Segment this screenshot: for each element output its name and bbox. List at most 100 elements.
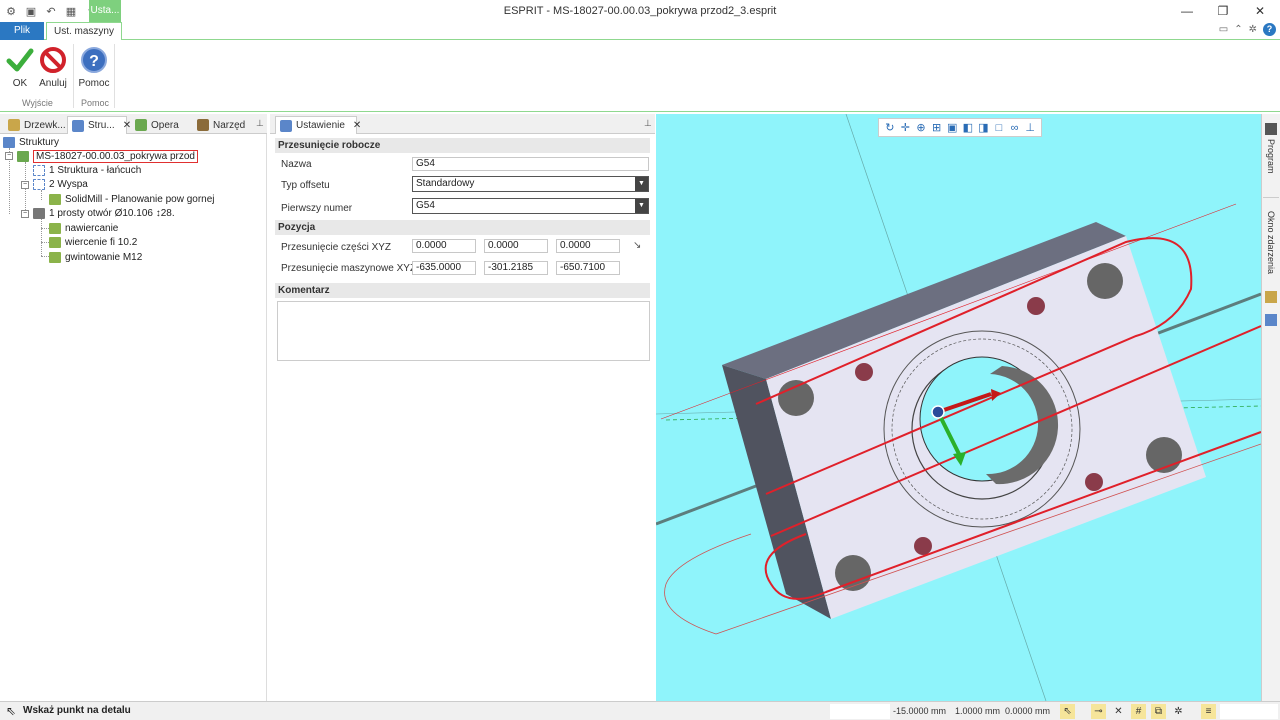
grid-icon[interactable]: ▦ xyxy=(63,3,79,19)
tree-node-drilling[interactable]: wiercenie fi 10.2 xyxy=(49,235,137,249)
part-offset-z[interactable]: 0.0000 xyxy=(556,239,620,253)
tab-operations[interactable]: Opera xyxy=(131,116,187,134)
machine-offset-x[interactable]: -635.0000 xyxy=(412,261,476,275)
list-icon[interactable] xyxy=(1265,314,1277,326)
grid-icon[interactable]: # xyxy=(1131,704,1146,719)
group-label-help: Pomoc xyxy=(81,98,110,108)
tab-tools[interactable]: Narzęd xyxy=(193,116,249,134)
structure-tree: Struktury − MS-18027-00.00.03_pokrywa pr… xyxy=(0,134,267,701)
tree-tapping-label: gwintowanie M12 xyxy=(65,251,143,263)
help-button[interactable]: ? Pomoc xyxy=(76,46,112,89)
coord-x: -15.0000 mm xyxy=(893,706,947,716)
3d-viewport[interactable]: ↻ ✛ ⊕ ⊞ ▣ ◧ ◨ □ ∞ ⊥ xyxy=(656,114,1261,701)
undo-icon[interactable]: ↶ xyxy=(43,3,59,19)
tree-node-solidmill[interactable]: SolidMill - Planowanie pow gornej xyxy=(49,192,215,206)
tree-icon xyxy=(8,119,20,131)
close-button[interactable]: ✕ xyxy=(1242,0,1278,22)
zoom-icon[interactable]: ⊕ xyxy=(914,121,928,135)
tree-root[interactable]: Struktury xyxy=(3,135,59,149)
tree-node-tapping[interactable]: gwintowanie M12 xyxy=(49,250,142,264)
pan-icon[interactable]: ✛ xyxy=(898,121,912,135)
restore-ribbon-icon[interactable]: ▭ xyxy=(1219,24,1228,35)
minimize-ribbon-icon[interactable]: ⌃ xyxy=(1234,24,1242,35)
side-tab-program[interactable]: Program xyxy=(1266,139,1276,174)
dropdown-arrow-icon[interactable]: ▼ xyxy=(635,177,648,191)
side-tab-events[interactable]: Okno zdarzenia xyxy=(1266,211,1276,274)
ribbon: OK Anuluj ? Pomoc Wyjście Pomoc xyxy=(0,40,1280,112)
zoom-window-icon[interactable]: ⊞ xyxy=(930,121,944,135)
tree-node-island[interactable]: 2 Wyspa xyxy=(33,177,88,191)
tree-drilling-label: wiercenie fi 10.2 xyxy=(65,236,138,248)
tree-line xyxy=(41,256,49,257)
minimize-button[interactable]: — xyxy=(1169,0,1205,22)
fit-view-icon[interactable]: ▣ xyxy=(945,121,959,135)
tree-solidmill-label: SolidMill - Planowanie pow gornej xyxy=(65,193,215,205)
tree-node-center-drill[interactable]: nawiercanie xyxy=(49,221,118,235)
first-number-select[interactable]: G54 ▼ xyxy=(412,198,649,214)
settings-gear-icon[interactable]: ✲ xyxy=(1249,24,1257,35)
offset-type-label: Typ offsetu xyxy=(281,180,330,191)
offset-type-select[interactable]: Standardowy ▼ xyxy=(412,176,649,192)
collapse-toggle[interactable]: − xyxy=(5,152,13,160)
section-work-offset: Przesunięcie robocze xyxy=(275,138,650,153)
app-menu-icon[interactable]: ⚙ xyxy=(3,3,19,19)
collapse-toggle[interactable]: − xyxy=(21,181,29,189)
events-icon[interactable] xyxy=(1265,291,1277,303)
ok-button[interactable]: OK xyxy=(2,46,38,89)
tab-file[interactable]: Plik xyxy=(0,22,44,40)
tree-hole-label: 1 prosty otwór Ø10.106 ↕28. xyxy=(49,207,175,219)
tab-tree[interactable]: Drzewk... xyxy=(4,116,66,134)
tab-machine-settings[interactable]: Ust. maszyny xyxy=(46,22,122,41)
part-offset-x[interactable]: 0.0000 xyxy=(412,239,476,253)
tree-file-label: MS-18027-00.00.03_pokrywa przod xyxy=(33,149,198,163)
pick-point-icon[interactable]: ↘ xyxy=(633,240,641,251)
part-offset-label: Przesunięcie części XYZ xyxy=(281,242,392,253)
corner-hole xyxy=(1087,263,1123,299)
comment-field[interactable] xyxy=(277,301,650,361)
maximize-button[interactable]: ❐ xyxy=(1205,0,1241,22)
right-side-panel: Program Okno zdarzenia xyxy=(1261,114,1280,701)
tree-node-file[interactable]: MS-18027-00.00.03_pokrywa przod xyxy=(17,149,198,163)
list-icon[interactable]: ≡ xyxy=(1201,704,1216,719)
pin-icon[interactable]: ⊥ xyxy=(256,118,264,129)
small-hole xyxy=(914,537,932,555)
dropdown-arrow-icon[interactable]: ▼ xyxy=(635,199,648,213)
chain-icon xyxy=(33,164,45,176)
tab-structures[interactable]: Stru... ✕ xyxy=(67,116,131,134)
cross-icon[interactable]: ✕ xyxy=(1111,704,1126,719)
status-bar: ⇖ Wskaż punkt na detalu -15.0000 mm 1.00… xyxy=(0,701,1280,720)
cancel-button[interactable]: Anuluj xyxy=(35,46,71,89)
milling-operation-icon xyxy=(49,193,61,205)
status-blank-field xyxy=(830,704,890,719)
name-field[interactable]: G54 xyxy=(412,157,649,171)
display-mode-icon[interactable]: ∞ xyxy=(1008,121,1022,135)
mode-icon[interactable]: ⧉ xyxy=(1151,704,1166,719)
status-blank-field xyxy=(1220,704,1278,719)
coord-y: 1.0000 mm xyxy=(955,706,1001,716)
close-tab-icon[interactable]: ✕ xyxy=(353,120,361,131)
machine-offset-z[interactable]: -650.7100 xyxy=(556,261,620,275)
rotate-icon[interactable]: ↻ xyxy=(883,121,897,135)
wireframe-icon[interactable]: □ xyxy=(992,121,1006,135)
shaded-view-icon[interactable]: ◨ xyxy=(976,121,990,135)
save-icon[interactable]: ▣ xyxy=(23,3,39,19)
part-offset-y[interactable]: 0.0000 xyxy=(484,239,548,253)
help-icon[interactable]: ? xyxy=(1263,23,1276,36)
left-panel-tab-strip: Drzewk... Stru... ✕ Opera Narzęd ⊥ xyxy=(0,114,267,134)
tree-island-label: 2 Wyspa xyxy=(49,178,88,190)
context-tab[interactable]: Usta... xyxy=(89,0,121,22)
tree-node-chain[interactable]: 1 Struktura - łańcuch xyxy=(33,163,141,177)
view-cube-icon[interactable]: ◧ xyxy=(961,121,975,135)
collapse-toggle[interactable]: − xyxy=(21,210,29,218)
tree-node-hole[interactable]: 1 prosty otwór Ø10.106 ↕28. xyxy=(33,206,175,220)
tools-icon[interactable]: ✲ xyxy=(1171,704,1186,719)
snap-icon[interactable]: ⇖ xyxy=(1060,704,1075,719)
machine-offset-y[interactable]: -301.2185 xyxy=(484,261,548,275)
settings-tab-strip: Ustawienie ✕ ⊥ xyxy=(270,114,655,134)
snap-mode-icon[interactable]: ⊸ xyxy=(1091,704,1106,719)
tab-settings[interactable]: Ustawienie ✕ xyxy=(275,116,361,134)
axis-icon[interactable]: ⊥ xyxy=(1023,121,1037,135)
pin-icon[interactable]: ⊥ xyxy=(644,118,652,129)
close-tab-icon[interactable]: ✕ xyxy=(123,120,131,131)
coord-z: 0.0000 mm xyxy=(1005,706,1051,716)
